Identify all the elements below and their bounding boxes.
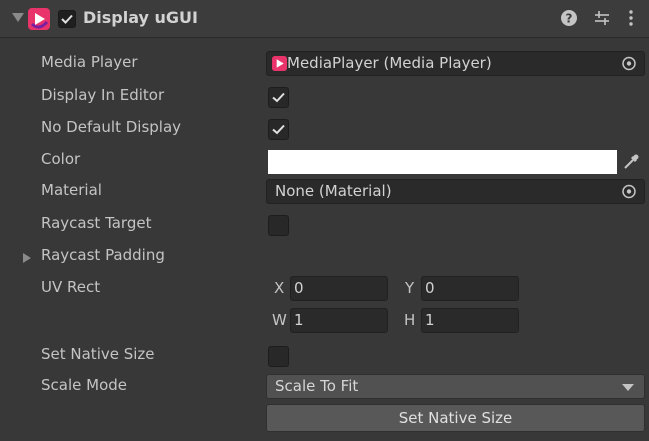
media-player-field[interactable]: MediaPlayer (Media Player) xyxy=(266,51,645,76)
media-player-icon xyxy=(28,8,50,30)
material-row: Material None (Material) xyxy=(0,177,649,207)
color-swatch[interactable] xyxy=(268,150,617,174)
kebab-menu-icon[interactable] xyxy=(621,8,641,28)
raycast-target-checkbox[interactable] xyxy=(268,215,289,236)
foldout-arrow-icon[interactable] xyxy=(12,13,24,22)
color-row: Color xyxy=(0,146,649,176)
no-default-display-label: No Default Display xyxy=(41,118,182,136)
material-value: None (Material) xyxy=(275,182,392,200)
svg-text:?: ? xyxy=(566,12,573,26)
material-field[interactable]: None (Material) xyxy=(266,179,645,204)
presets-icon[interactable] xyxy=(592,8,612,28)
checkmark-icon xyxy=(272,124,285,135)
material-label: Material xyxy=(41,181,102,199)
uv-x-label: X xyxy=(274,279,285,297)
set-native-size-button[interactable]: Set Native Size xyxy=(266,404,645,432)
uv-y-field[interactable]: 0 xyxy=(421,276,519,301)
media-player-value: MediaPlayer (Media Player) xyxy=(287,54,492,72)
chevron-down-icon xyxy=(622,384,634,391)
object-picker-icon[interactable] xyxy=(614,52,644,75)
scale-mode-label: Scale Mode xyxy=(41,376,127,394)
scale-mode-value: Scale To Fit xyxy=(275,377,359,395)
uv-rect-row: UV Rect X 0 Y 0 xyxy=(0,274,649,304)
component-title: Display uGUI xyxy=(83,8,198,27)
eyedropper-icon[interactable] xyxy=(621,152,641,172)
object-picker-icon[interactable] xyxy=(614,180,644,203)
expand-arrow-icon[interactable] xyxy=(23,253,31,263)
uv-x-field[interactable]: 0 xyxy=(290,276,388,301)
display-in-editor-row: Display In Editor xyxy=(0,82,649,112)
display-in-editor-label: Display In Editor xyxy=(41,86,165,104)
uv-rect-size-row: W 1 H 1 xyxy=(0,306,649,336)
uv-rect-label: UV Rect xyxy=(41,278,101,296)
raycast-padding-label[interactable]: Raycast Padding xyxy=(41,246,165,264)
raycast-target-label: Raycast Target xyxy=(41,214,152,232)
uv-h-label: H xyxy=(404,311,416,329)
media-player-row: Media Player MediaPlayer (Media Player) xyxy=(0,49,649,79)
set-native-size-checkbox[interactable] xyxy=(268,346,289,367)
raycast-padding-row[interactable]: Raycast Padding xyxy=(0,242,649,272)
set-native-size-row: Set Native Size xyxy=(0,341,649,371)
uv-y-label: Y xyxy=(405,279,415,297)
checkmark-icon xyxy=(61,14,73,24)
set-native-size-label: Set Native Size xyxy=(41,345,155,363)
display-in-editor-checkbox[interactable] xyxy=(268,87,289,108)
media-player-icon xyxy=(272,56,287,71)
uv-w-label: W xyxy=(272,311,287,329)
scale-mode-row: Scale Mode Scale To Fit xyxy=(0,372,649,402)
component-enabled-checkbox[interactable] xyxy=(58,10,76,28)
no-default-display-row: No Default Display xyxy=(0,114,649,144)
component-header[interactable]: Display uGUI ? xyxy=(0,0,649,38)
media-player-label: Media Player xyxy=(41,53,138,71)
uv-h-field[interactable]: 1 xyxy=(421,308,519,333)
scale-mode-dropdown[interactable]: Scale To Fit xyxy=(266,374,645,399)
checkmark-icon xyxy=(272,92,285,103)
help-icon[interactable]: ? xyxy=(559,8,579,28)
set-native-size-button-row: Set Native Size xyxy=(0,402,649,432)
color-label: Color xyxy=(41,150,81,168)
raycast-target-row: Raycast Target xyxy=(0,210,649,240)
no-default-display-checkbox[interactable] xyxy=(268,119,289,140)
uv-w-field[interactable]: 1 xyxy=(290,308,388,333)
